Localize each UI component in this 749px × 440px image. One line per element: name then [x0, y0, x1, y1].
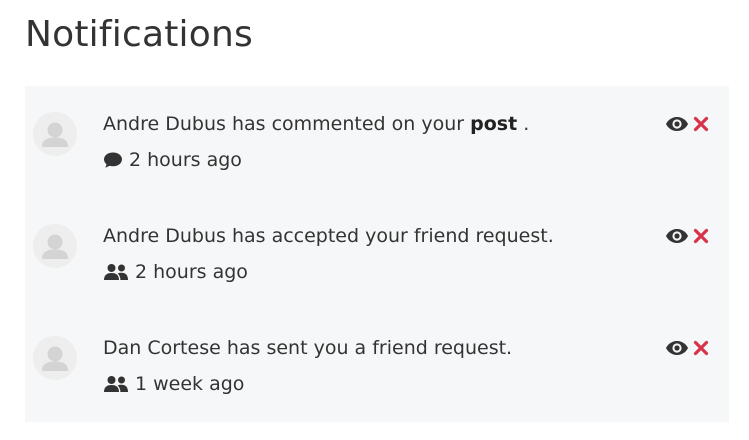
users-icon [103, 263, 129, 281]
avatar-placeholder-icon [33, 224, 77, 268]
notification-meta: 1 week ago [103, 372, 244, 396]
notification-item: Andre Dubus has accepted your friend req… [25, 198, 729, 310]
actor-name[interactable]: Andre Dubus [103, 225, 226, 247]
notification-time: 1 week ago [135, 373, 245, 395]
notification-actions [665, 336, 709, 360]
notification-time: 2 hours ago [135, 261, 248, 283]
users-icon [103, 375, 129, 393]
notification-meta: 2 hours ago [103, 260, 248, 284]
dismiss-close-icon[interactable] [693, 116, 709, 132]
notification-meta: 2 hours ago [103, 148, 242, 172]
avatar[interactable] [33, 112, 77, 156]
avatar[interactable] [33, 224, 77, 268]
notification-time: 2 hours ago [129, 149, 242, 171]
notification-action-text: has accepted your friend request. [231, 225, 554, 247]
notification-message: Dan Cortese has sent you a friend reques… [103, 336, 512, 360]
avatar[interactable] [33, 336, 77, 380]
mark-read-eye-icon[interactable] [665, 115, 689, 133]
notifications-list: Andre Dubus has commented on your post .… [25, 86, 729, 422]
page-title: Notifications [25, 14, 253, 55]
notification-action-text: has sent you a friend request. [226, 337, 513, 359]
dismiss-close-icon[interactable] [693, 340, 709, 356]
notification-actions [665, 224, 709, 248]
notification-object-link[interactable]: post [470, 113, 517, 135]
notification-tail-text: . [523, 113, 530, 135]
actor-name[interactable]: Andre Dubus [103, 113, 226, 135]
notification-message: Andre Dubus has accepted your friend req… [103, 224, 554, 248]
notification-item: Dan Cortese has sent you a friend reques… [25, 310, 729, 422]
notification-action-text: has commented on your [231, 113, 465, 135]
avatar-placeholder-icon [33, 336, 77, 380]
notification-item: Andre Dubus has commented on your post .… [25, 86, 729, 198]
actor-name[interactable]: Dan Cortese [103, 337, 221, 359]
notification-actions [665, 112, 709, 136]
dismiss-close-icon[interactable] [693, 228, 709, 244]
mark-read-eye-icon[interactable] [665, 339, 689, 357]
notification-message: Andre Dubus has commented on your post . [103, 112, 529, 136]
mark-read-eye-icon[interactable] [665, 227, 689, 245]
comment-icon [103, 151, 123, 169]
avatar-placeholder-icon [33, 112, 77, 156]
